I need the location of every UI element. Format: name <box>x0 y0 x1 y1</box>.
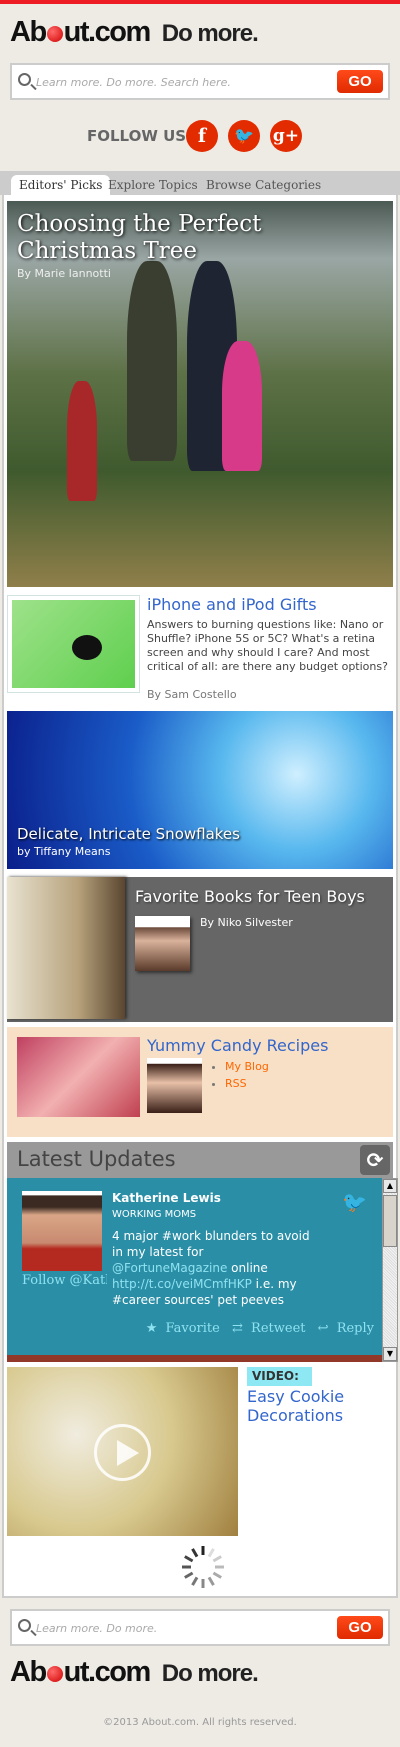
tweet-card: Follow @KatherineLewis Katherine Lewis W… <box>7 1178 382 1355</box>
snowflakes-title[interactable]: Delicate, Intricate Snowflakes <box>17 825 240 843</box>
hero-byline: By Marie Iannotti <box>17 267 111 280</box>
candy-title-link[interactable]: Yummy Candy Recipes <box>147 1036 328 1055</box>
iphone-thumbnail[interactable] <box>7 595 140 693</box>
tweet-text-part: 4 major #work blunders to avoid in my la… <box>112 1229 310 1259</box>
twitter-bird-icon: 🐦 <box>342 1190 367 1214</box>
reply-label: Reply <box>336 1321 374 1336</box>
candy-recipes-card: Yummy Candy Recipes My Blog RSS <box>7 1027 393 1137</box>
rss-link[interactable]: RSS <box>225 1077 247 1090</box>
tagline: Do more. <box>161 20 259 47</box>
tweet-avatar[interactable] <box>22 1191 102 1271</box>
retweet-label: Retweet <box>251 1321 306 1336</box>
retweet-button[interactable]: ⇄ Retweet <box>228 1321 306 1336</box>
tab-browse-categories[interactable]: Browse Categories <box>206 175 321 195</box>
footer-go-button[interactable]: GO <box>337 1616 383 1639</box>
tweet-author: Katherine Lewis <box>112 1191 221 1205</box>
scroll-down-arrow-icon[interactable]: ▼ <box>383 1347 397 1361</box>
reply-icon: ↩ <box>317 1321 329 1336</box>
teen-books-byline: By Niko Silvester <box>200 916 293 929</box>
latest-updates-title: Latest Updates <box>17 1147 176 1171</box>
teen-books-image <box>7 877 125 1019</box>
logo-text: Ab ut.com <box>10 1656 151 1688</box>
star-icon: ★ <box>145 1321 158 1336</box>
search-icon <box>18 1619 31 1632</box>
hero-article[interactable]: Choosing the Perfect Christmas Tree By M… <box>7 201 393 587</box>
google-plus-icon[interactable]: g+ <box>270 120 302 152</box>
facebook-icon[interactable]: f <box>186 120 218 152</box>
scrollbar[interactable]: ▲ ▼ <box>382 1178 398 1362</box>
candy-image[interactable] <box>17 1037 140 1117</box>
footer-search-input[interactable] <box>36 1617 296 1639</box>
tab-bar: Editors' Picks Explore Topics Browse Cat… <box>0 171 400 195</box>
search-icon <box>18 73 31 86</box>
retweet-icon: ⇄ <box>232 1321 243 1336</box>
hero-title[interactable]: Choosing the Perfect Christmas Tree <box>17 211 383 265</box>
follow-link[interactable]: Follow @KatherineLewis <box>22 1273 107 1289</box>
tab-editors-picks[interactable]: Editors' Picks <box>11 175 111 195</box>
play-icon[interactable] <box>94 1424 151 1481</box>
iphone-title-link[interactable]: iPhone and iPod Gifts <box>147 595 317 614</box>
latest-updates-header: Latest Updates ⟳ <box>7 1142 393 1178</box>
go-button[interactable]: GO <box>337 70 383 93</box>
iphone-byline: By Sam Costello <box>147 688 237 701</box>
tweet-category: WORKING MOMS <box>112 1209 197 1220</box>
tweet-text: 4 major #work blunders to avoid in my la… <box>112 1228 312 1308</box>
tab-explore-topics[interactable]: Explore Topics <box>108 175 198 195</box>
mention-link[interactable]: @FortuneMagazine <box>112 1261 227 1275</box>
teen-books-title[interactable]: Favorite Books for Teen Boys <box>135 887 365 906</box>
tweet-text-part: online <box>227 1261 268 1275</box>
favorite-label: Favorite <box>165 1321 220 1336</box>
author-avatar <box>135 916 190 971</box>
about-logo[interactable]: Ab ut.com Do more. <box>10 16 259 49</box>
footer-search-box: GO <box>10 1609 390 1646</box>
top-accent-bar <box>0 0 400 4</box>
scroll-up-arrow-icon[interactable]: ▲ <box>383 1179 397 1193</box>
loading-spinner-icon <box>182 1546 224 1588</box>
search-input[interactable] <box>36 71 296 93</box>
refresh-icon[interactable]: ⟳ <box>360 1145 390 1175</box>
tweet-divider <box>7 1355 382 1362</box>
logo-text: Ab ut.com <box>10 16 151 48</box>
tweet-url-link[interactable]: http://t.co/veiMCmfHKP <box>112 1277 252 1291</box>
twitter-icon[interactable]: 🐦 <box>228 120 260 152</box>
search-box: GO <box>10 63 390 100</box>
snowflakes-byline: by Tiffany Means <box>17 845 111 858</box>
video-thumbnail[interactable] <box>7 1367 238 1536</box>
snowflakes-article[interactable]: Delicate, Intricate Snowflakes by Tiffan… <box>7 711 393 869</box>
copyright: ©2013 About.com. All rights reserved. <box>103 1717 297 1728</box>
video-title-link[interactable]: Easy Cookie Decorations <box>247 1387 400 1425</box>
favorite-button[interactable]: ★ Favorite <box>142 1321 220 1336</box>
my-blog-link[interactable]: My Blog <box>225 1060 269 1073</box>
follow-us-label: FOLLOW US: <box>87 127 193 145</box>
scroll-thumb[interactable] <box>383 1195 397 1247</box>
iphone-description: Answers to burning questions like: Nano … <box>147 618 388 673</box>
teen-books-article[interactable]: Favorite Books for Teen Boys By Niko Sil… <box>7 877 393 1022</box>
video-label: VIDEO: <box>247 1367 312 1386</box>
footer-about-logo[interactable]: Ab ut.com Do more. <box>10 1656 259 1689</box>
reply-button[interactable]: ↩ Reply <box>314 1321 374 1336</box>
author-avatar <box>147 1058 202 1113</box>
tagline: Do more. <box>161 1660 259 1687</box>
